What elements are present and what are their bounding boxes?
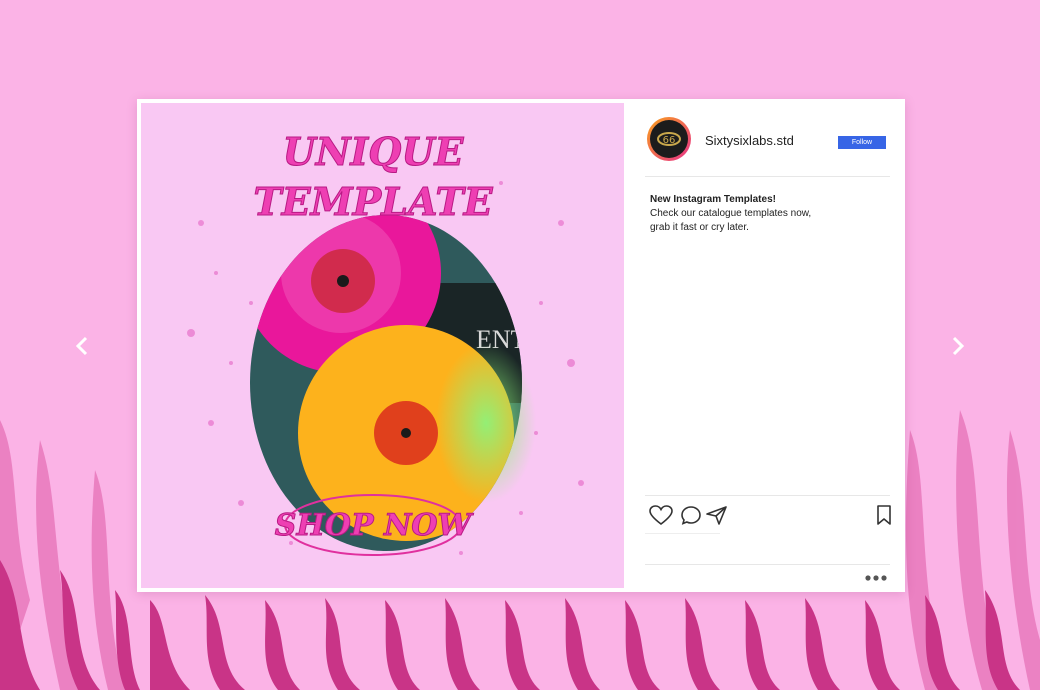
post-caption: New Instagram Templates! Check our catal… [650,193,885,235]
next-slide-button[interactable] [943,330,973,362]
previous-slide-button[interactable] [67,330,97,362]
caption-title: New Instagram Templates! [650,194,776,205]
caption-line-1: Check our catalogue templates now, [650,208,812,219]
instagram-post-card: ENT UNIQUE TEMPLATE SHOP NOW 66 Sixtysix… [137,99,905,592]
follow-button[interactable]: Follow [838,136,886,149]
divider [645,533,720,534]
headline-line-2: TEMPLATE [253,179,493,224]
comment-icon[interactable] [679,504,705,526]
bookmark-icon[interactable] [871,504,897,526]
shop-now-label: SHOP NOW [275,508,475,543]
post-artwork: ENT UNIQUE TEMPLATE SHOP NOW [141,103,624,588]
more-dots-icon[interactable] [863,573,889,583]
heart-icon[interactable] [648,504,674,526]
username[interactable]: Sixtysixlabs.std [705,133,794,148]
post-image[interactable]: ENT UNIQUE TEMPLATE SHOP NOW [141,103,624,588]
brand-logo-icon: 66 [657,132,681,146]
caption-line-2: grab it fast or cry later. [650,222,749,233]
post-header: 66 Sixtysixlabs.std Follow [645,115,890,177]
headline-line-1: UNIQUE [283,129,465,174]
divider [645,564,890,565]
chevron-left-icon [75,336,88,356]
avatar[interactable]: 66 [647,117,691,161]
post-actions [645,495,891,536]
send-icon[interactable] [704,504,730,526]
svg-text:66: 66 [663,135,676,146]
chevron-right-icon [952,336,965,356]
